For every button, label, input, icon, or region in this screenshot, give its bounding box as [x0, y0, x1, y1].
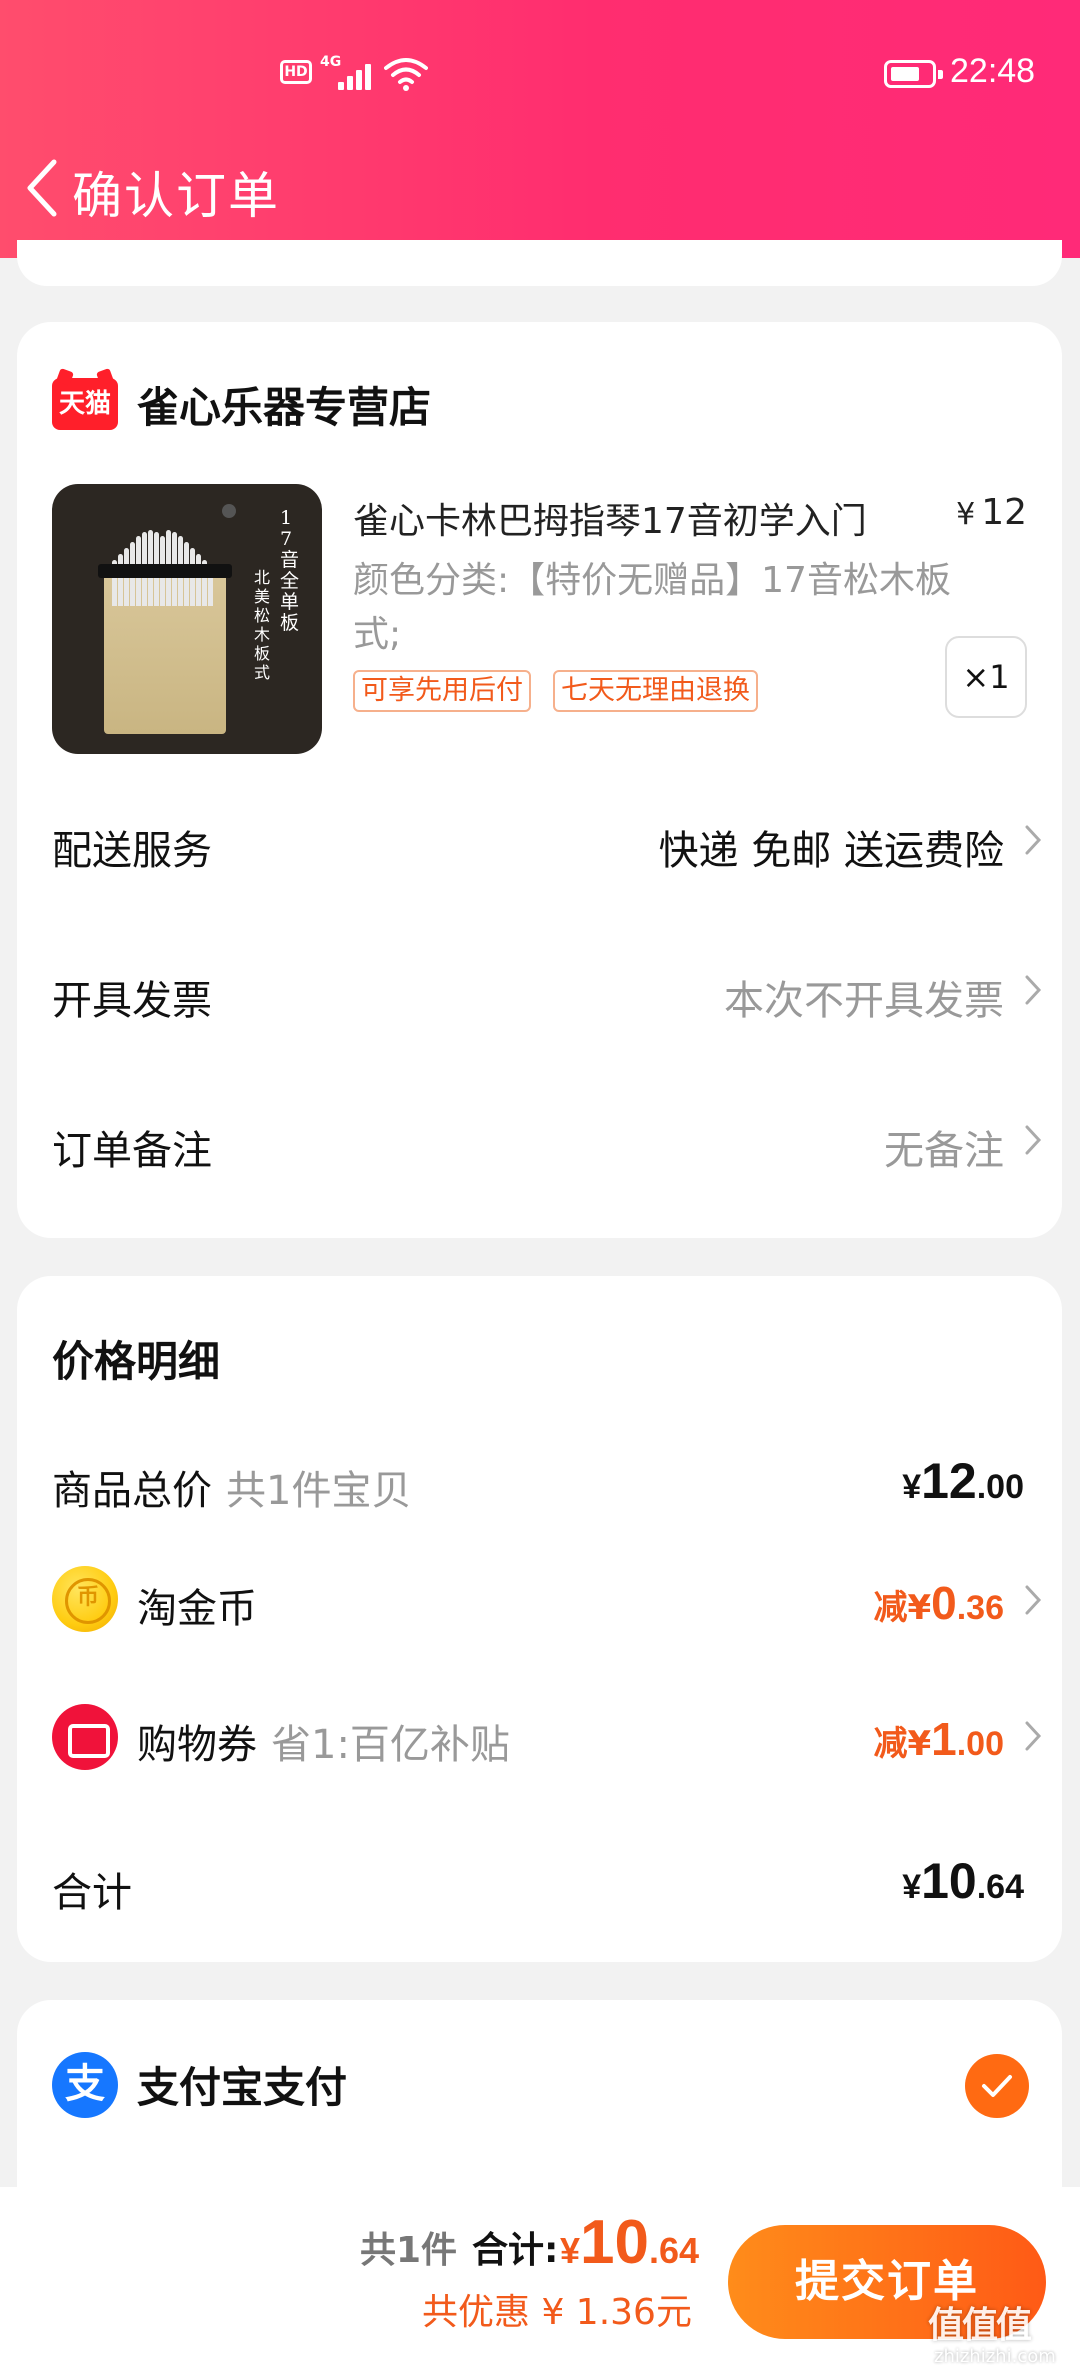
delivery-value: 快递 免邮 送运费险	[658, 828, 1004, 874]
goods-count: 共1件宝贝	[226, 1468, 412, 1514]
price-value: 12	[981, 492, 1027, 533]
check-icon	[982, 2075, 1012, 2097]
total-label: 合计	[52, 1870, 132, 1916]
currency-symbol: ¥	[956, 497, 976, 532]
gold-coin-icon	[52, 1566, 118, 1632]
order-item-card: 天猫 雀心乐器专营店 17音全单板 北美松木板式 雀心卡林巴拇指琴17音初学入门…	[17, 322, 1062, 1238]
price-detail-title: 价格明细	[52, 1337, 221, 1386]
amount-integer: 12	[921, 1453, 977, 1509]
remark-label: 订单备注	[52, 1128, 212, 1174]
coupon-icon	[52, 1704, 118, 1770]
amount-decimal: .00	[976, 1468, 1024, 1506]
page-title: 确认订单	[72, 167, 280, 225]
alipay-label[interactable]: 支付宝支付	[137, 2054, 347, 2115]
price-detail-card: 价格明细 商品总价共1件宝贝 ¥12.00 淘金币 减¥0.36 购物券省1:百…	[17, 1276, 1062, 1962]
bottom-total-amount: ¥10.64	[560, 2207, 699, 2278]
tuning-hammer	[222, 504, 236, 518]
address-card-bottom	[17, 240, 1062, 286]
coupon-label: 购物券 省1:百亿补贴	[137, 1712, 510, 1770]
bottom-submit-bar: 共1件 合计: ¥10.64 共优惠 ¥ 1.36元 提交订单	[0, 2187, 1080, 2376]
payment-selected-checkbox[interactable]	[965, 2054, 1029, 2118]
amount-integer: 1	[931, 1713, 957, 1765]
product-spec: 颜色分类:【特价无赠品】17音松木板式;	[353, 560, 951, 655]
chevron-right-icon	[1025, 1125, 1042, 1155]
alipay-icon: 支	[52, 2052, 118, 2118]
currency-symbol: ¥	[907, 1588, 932, 1628]
product-title[interactable]: 雀心卡林巴拇指琴17音初学入门	[353, 492, 867, 544]
coupon-text: 购物券	[137, 1722, 257, 1768]
invoice-value: 本次不开具发票	[724, 978, 1004, 1024]
quantity-button[interactable]: ×1	[945, 636, 1027, 718]
delivery-label: 配送服务	[52, 828, 212, 874]
goods-total-amount: ¥12.00	[902, 1452, 1024, 1510]
watermark-url: zhizhizhi.com	[934, 2346, 1056, 2367]
back-icon[interactable]	[24, 158, 60, 218]
amount-decimal: .00	[956, 1725, 1004, 1763]
taojinbi-label: 淘金币	[137, 1586, 257, 1632]
remark-value: 无备注	[884, 1128, 1004, 1174]
item-count: 共1件	[360, 2230, 458, 2271]
header-bar: HD 4G 22:48 确认订单	[0, 0, 1080, 258]
chevron-right-icon	[1025, 1585, 1042, 1615]
tag-free-return: 七天无理由退换	[553, 670, 758, 712]
product-image-subcaption: 北美松木板式	[254, 568, 271, 682]
goods-total-label: 商品总价 共1件宝贝	[52, 1458, 411, 1516]
taojinbi-discount: 减¥0.36	[873, 1576, 1004, 1630]
battery-icon	[884, 60, 943, 88]
coupon-sub: 省1:百亿补贴	[271, 1722, 510, 1768]
amount-integer: 10	[921, 1853, 977, 1909]
goods-total-text: 商品总价	[52, 1468, 212, 1514]
invoice-label: 开具发票	[52, 978, 212, 1024]
amount-decimal: .36	[956, 1589, 1004, 1627]
coupon-discount: 减¥1.00	[873, 1712, 1004, 1766]
currency-symbol: ¥	[907, 1724, 932, 1764]
amount-integer: 10	[580, 2208, 649, 2277]
currency-symbol: ¥	[560, 2230, 581, 2271]
status-time: 22:48	[950, 52, 1036, 90]
hd-indicator: HD	[280, 60, 312, 84]
amount-decimal: .64	[649, 2230, 700, 2271]
chevron-right-icon	[1025, 825, 1042, 855]
store-name[interactable]: 雀心乐器专营店	[137, 374, 431, 435]
chevron-right-icon	[1025, 975, 1042, 1005]
product-image[interactable]: 17音全单板 北美松木板式	[52, 484, 322, 754]
chevron-right-icon	[1025, 1721, 1042, 1751]
tag-pay-later: 可享先用后付	[353, 670, 531, 712]
product-image-caption: 17音全单板	[280, 507, 300, 634]
signal-icon	[338, 60, 378, 90]
amount-decimal: .64	[976, 1868, 1024, 1906]
currency-symbol: ¥	[902, 1868, 922, 1906]
kalimba-bridge	[98, 564, 232, 578]
discount-prefix: 减	[873, 1724, 908, 1764]
total-amount: ¥10.64	[902, 1852, 1024, 1910]
currency-symbol: ¥	[902, 1468, 922, 1506]
total-label: 合计:	[472, 2230, 559, 2271]
savings-text: 共优惠 ¥ 1.36元	[422, 2292, 692, 2333]
discount-prefix: 减	[873, 1588, 908, 1628]
amount-integer: 0	[931, 1577, 957, 1629]
watermark: 值值值	[928, 2305, 1032, 2346]
wifi-icon	[384, 58, 428, 91]
product-price: ¥12	[956, 492, 1027, 533]
status-bar: HD 4G 22:48	[0, 48, 1080, 104]
tmall-logo-icon: 天猫	[52, 378, 118, 430]
